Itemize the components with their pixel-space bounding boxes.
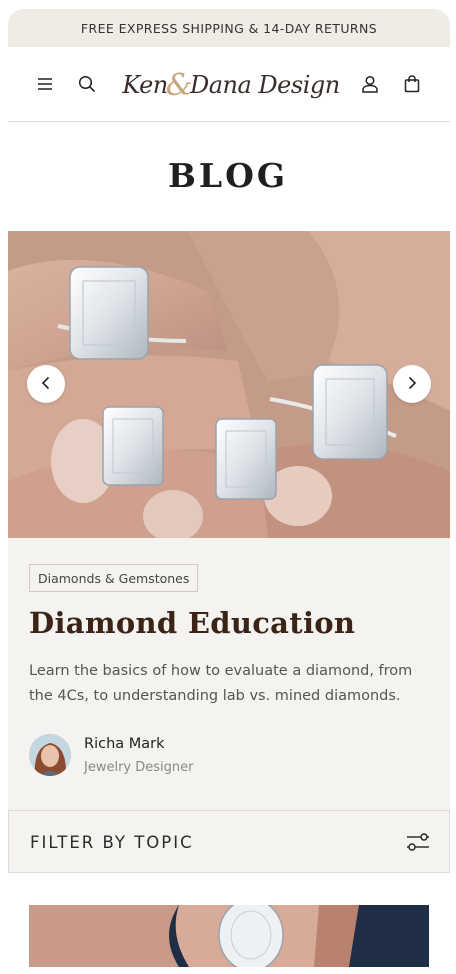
carousel-prev-button[interactable]: [27, 365, 65, 403]
site-logo[interactable]: Ken & Dana Design: [122, 65, 340, 105]
post-excerpt: Learn the basics of how to evaluate a di…: [29, 663, 413, 704]
filter-by-topic-toggle[interactable]: FILTER BY TOPIC: [8, 810, 450, 873]
announcement-bar: FREE EXPRESS SHIPPING & 14-DAY RETURNS: [8, 9, 450, 47]
author-role: Jewelry Designer: [84, 760, 194, 775]
post-category-tag[interactable]: Diamonds & Gemstones: [29, 564, 199, 592]
ring-on-finger-image: [29, 905, 429, 967]
logo-text-ken: Ken: [122, 71, 168, 99]
next-post-image[interactable]: [29, 905, 429, 967]
account-icon[interactable]: [359, 73, 381, 95]
diamond-rings-image: [8, 231, 450, 538]
post-title[interactable]: Diamond Education: [29, 606, 355, 640]
author-avatar: [29, 734, 71, 776]
shopping-bag-icon[interactable]: [401, 73, 423, 95]
post-category-label: Diamonds & Gemstones: [38, 570, 190, 586]
logo-text-dana-design: Dana Design: [189, 71, 340, 99]
announcement-text: FREE EXPRESS SHIPPING & 14-DAY RETURNS: [80, 20, 378, 36]
site-header: Ken & Dana Design: [8, 47, 450, 122]
carousel-next-button[interactable]: [393, 365, 431, 403]
author-name: Richa Mark: [84, 736, 165, 752]
chevron-left-icon: [40, 375, 52, 394]
sliders-icon: [406, 832, 430, 852]
logo-ampersand: &: [165, 67, 193, 103]
page: FREE EXPRESS SHIPPING & 14-DAY RETURNS K…: [0, 0, 456, 974]
page-title: BLOG: [167, 156, 289, 195]
filter-label: FILTER BY TOPIC: [30, 833, 194, 852]
featured-post-card[interactable]: Diamonds & Gemstones Diamond Education L…: [8, 538, 450, 810]
search-icon[interactable]: [76, 73, 98, 95]
menu-icon[interactable]: [34, 73, 56, 95]
hero-image[interactable]: [8, 231, 450, 538]
chevron-right-icon: [406, 375, 418, 394]
